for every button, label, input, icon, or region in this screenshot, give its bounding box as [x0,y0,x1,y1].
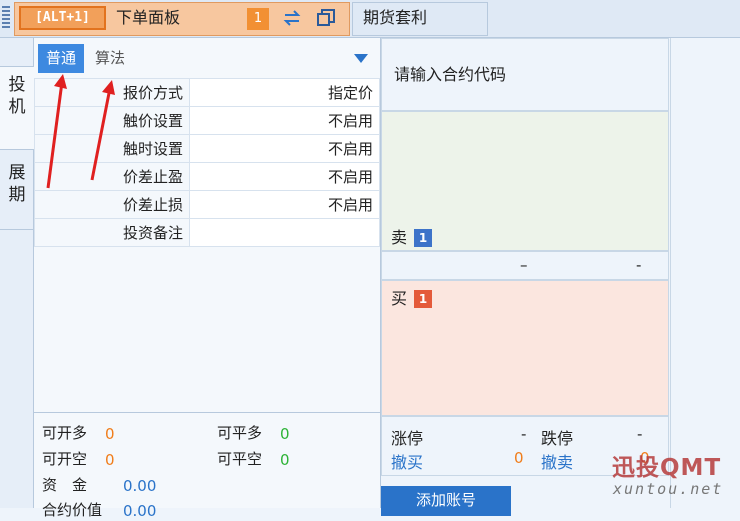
param-value[interactable] [189,218,380,247]
close-long-value: 0 [280,425,290,443]
sell-label: 卖 [391,228,408,247]
sell-level-badge: 1 [414,229,432,247]
hotkey-badge: [ALT+1] [19,6,106,30]
watermark-logo: 迅投QMT [612,455,722,481]
buy-label: 买 [391,289,408,308]
right-side-strip [670,38,740,508]
table-row[interactable]: 投资备注 [34,218,380,247]
side-tab-rollover-label: 展 期 [8,163,26,205]
limit-up-label: 涨停 [391,429,424,448]
cancel-buy-count: 0 [514,449,524,467]
side-tab-speculation-label: 投 机 [8,75,26,117]
funds-value: 0.00 [123,477,157,495]
close-short-value: 0 [280,451,290,469]
param-value[interactable]: 不启用 [189,134,380,163]
open-short-value: 0 [105,451,115,469]
cancel-buy-button[interactable]: 撤买 [391,449,423,473]
buy-level-badge: 1 [414,290,432,308]
change-value: - [636,256,642,274]
limit-down-value: - [637,425,643,443]
window-icon[interactable] [315,7,337,29]
tab-arbitrage-label: 期货套利 [363,8,428,27]
mode-tab-normal[interactable]: 普通 [38,44,84,73]
open-long-label: 可开多 [42,424,88,442]
close-short-label: 可平空 [217,450,263,468]
mode-tab-algo[interactable]: 算法 [95,44,125,73]
limit-down-label: 跌停 [541,429,574,448]
swap-icon[interactable] [281,7,303,29]
add-account-button[interactable]: 添加账号 [381,486,511,516]
limit-up-value: - [521,425,527,443]
open-short-label: 可开空 [42,450,88,468]
funds-label: 资 金 [42,476,88,494]
tab-order-panel-label: 下单面板 [116,8,181,27]
param-label: 投资备注 [34,218,190,247]
watermark-url: xuntou.net [613,480,724,498]
close-long-label: 可平多 [217,424,263,442]
chevron-down-icon[interactable] [354,54,368,63]
contract-value-label: 合约价值 [42,501,103,519]
contract-code-placeholder: 请输入合约代码 [394,65,507,84]
panel-count-badge: 1 [247,8,269,30]
param-value[interactable]: 不启用 [189,190,380,219]
annotation-arrows [46,74,115,189]
last-price-value: – [520,256,528,274]
open-long-value: 0 [105,425,115,443]
param-value[interactable]: 指定价 [189,78,380,107]
contract-value-value: 0.00 [123,502,157,520]
drag-grip-icon[interactable] [2,6,10,32]
param-value[interactable]: 不启用 [189,106,380,135]
param-value[interactable]: 不启用 [189,162,380,191]
cancel-sell-button[interactable]: 撤卖 [541,449,573,473]
